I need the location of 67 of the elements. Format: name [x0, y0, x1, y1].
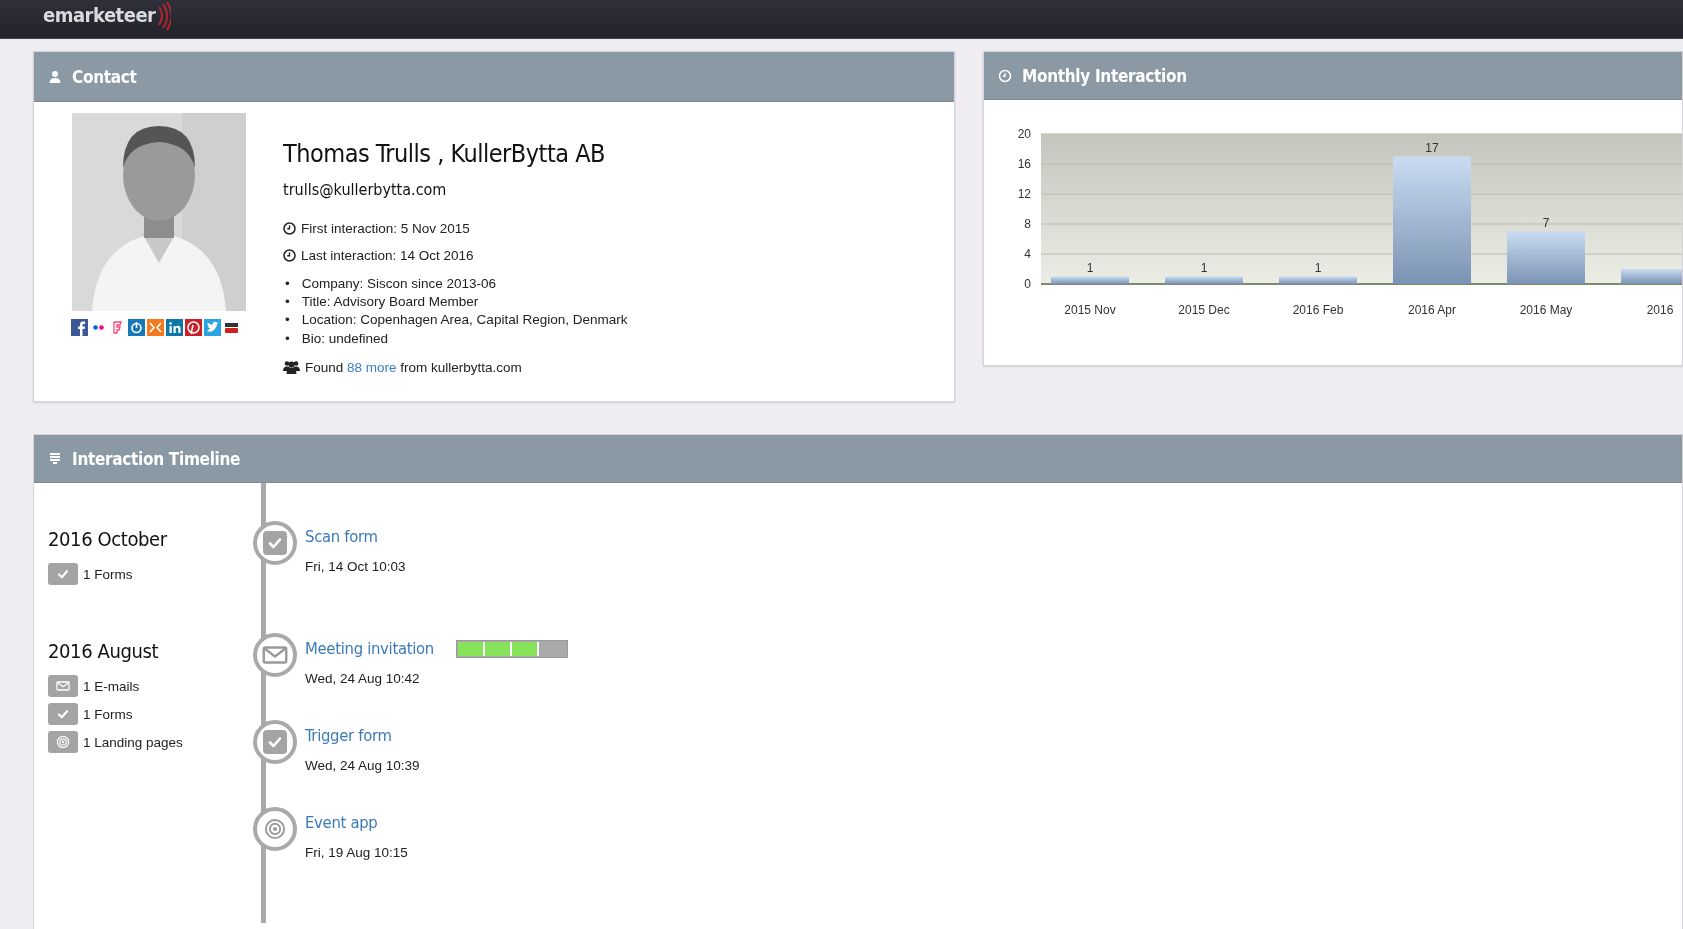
- bullet: •: [285, 329, 290, 348]
- detail-item: Location: Copenhagen Area, Capital Region, Denmark: [301, 311, 628, 330]
- axis-category-label: 2016 May: [1519, 303, 1573, 317]
- bar: [1621, 269, 1682, 284]
- summary-count: 1 Forms: [83, 566, 133, 582]
- card-title: Monthly Interaction: [1022, 65, 1187, 86]
- detail-item: Bio: undefined: [301, 329, 389, 348]
- event-title-link[interactable]: Meeting invitation: [305, 639, 434, 658]
- clock-icon: [283, 249, 296, 262]
- month-heading: 2016 August: [48, 639, 160, 663]
- detail-item: Company: Siscon since 2013-06: [301, 275, 497, 293]
- event-time: Fri, 19 Aug 10:15: [305, 845, 408, 860]
- check-icon: [48, 563, 78, 585]
- card-title: Contact: [72, 66, 137, 87]
- axis-category-label: 2015 Nov: [1064, 303, 1116, 317]
- axis-category-label: 2016 Feb: [1292, 303, 1344, 317]
- axis-tick-label: 8: [1024, 217, 1031, 231]
- group-icon: [283, 360, 300, 375]
- axis-category-label: 2015 Dec: [1178, 303, 1230, 317]
- axis-tick-label: 12: [1017, 187, 1031, 201]
- bullet: •: [285, 293, 290, 312]
- event-time: Wed, 24 Aug 10:42: [305, 671, 421, 686]
- bullet: •: [285, 275, 290, 293]
- social-icon[interactable]: [184, 319, 202, 336]
- interaction-date: Last interaction: 14 Oct 2016: [301, 248, 474, 263]
- axis-tick-label: 0: [1024, 277, 1031, 291]
- summary-count: 1 E-mails: [83, 678, 140, 694]
- contact-name: Thomas Trulls , KullerBytta AB: [283, 139, 606, 168]
- axis-tick-label: 16: [1017, 157, 1031, 171]
- month-heading: 2016 October: [48, 527, 168, 551]
- card-title: Interaction Timeline: [72, 448, 241, 469]
- event-title-link[interactable]: Trigger form: [305, 726, 392, 745]
- summary-count: 1 Forms: [83, 706, 133, 722]
- list-icon: [48, 451, 62, 466]
- check-icon: [48, 703, 78, 725]
- bullet: •: [285, 311, 290, 330]
- axis-tick-label: 20: [1017, 127, 1031, 141]
- axis-category-label: 2016 Apr: [1408, 303, 1456, 317]
- social-icon[interactable]: [70, 319, 88, 336]
- signal-icon: [156, 1, 171, 31]
- person-icon: [48, 69, 62, 84]
- check-icon: [253, 720, 297, 764]
- event-title-link[interactable]: Scan form: [305, 527, 378, 546]
- axis-category-label: 2016: [1646, 303, 1674, 317]
- target-icon: [48, 731, 78, 753]
- clock-icon: [998, 68, 1012, 83]
- envelope-icon: [48, 675, 78, 697]
- bar-value-label: 1: [1200, 260, 1208, 275]
- target-icon: [253, 807, 297, 851]
- bar-value-label: 1: [1086, 260, 1094, 275]
- event-time: Wed, 24 Aug 10:39: [305, 758, 420, 773]
- envelope-icon: [253, 633, 297, 677]
- summary-count: 1 Landing pages: [83, 734, 183, 750]
- more-link[interactable]: 88 more: [347, 359, 397, 375]
- axis-tick-label: 4: [1024, 247, 1031, 261]
- bar-value-label: 1: [1314, 260, 1322, 275]
- bar-value-label: 7: [1542, 215, 1550, 230]
- clock-icon: [283, 222, 296, 235]
- detail-item: Title: Advisory Board Member: [301, 293, 479, 312]
- found-text: Found 88 more from kullerbytta.com: [305, 359, 522, 375]
- check-icon: [253, 521, 297, 565]
- contact-email: trulls@kullerbytta.com: [283, 180, 448, 199]
- bar-value-label: 17: [1425, 140, 1439, 155]
- interaction-date: First interaction: 5 Nov 2015: [301, 221, 470, 236]
- logo-text: emarketeer: [43, 3, 156, 27]
- event-title-link[interactable]: Event app: [305, 813, 378, 832]
- event-time: Fri, 14 Oct 10:03: [305, 559, 406, 574]
